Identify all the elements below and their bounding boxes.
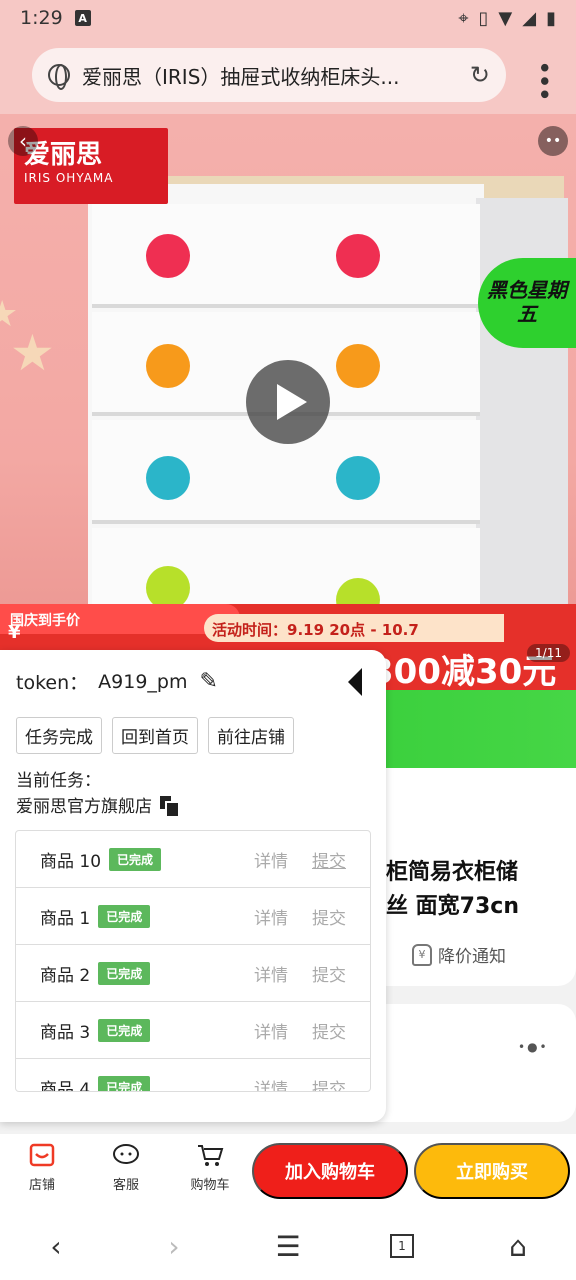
task-list[interactable]: 商品 10 已完成 详情 提交 商品 1 已完成 详情 提交 商品 2 已完成 … bbox=[15, 830, 371, 1092]
token-value: A919_pm bbox=[98, 670, 188, 693]
back-icon[interactable]: ‹ bbox=[8, 126, 38, 156]
nav-tabs-icon[interactable]: 1 bbox=[382, 1228, 422, 1264]
bell-yen-icon: ¥ bbox=[412, 943, 432, 966]
table-row: 商品 1 已完成 详情 提交 bbox=[16, 888, 370, 945]
table-row: 商品 4 已完成 详情 提交 bbox=[16, 1059, 370, 1092]
back-home-button[interactable]: 回到首页 bbox=[112, 717, 198, 754]
status-badge: 已完成 bbox=[98, 904, 151, 928]
customer-service-icon bbox=[113, 1144, 139, 1164]
drawer-knob bbox=[146, 344, 190, 388]
table-row: 商品 10 已完成 详情 提交 bbox=[16, 831, 370, 888]
detail-link[interactable]: 详情 bbox=[254, 961, 288, 986]
current-task-store: 爱丽思官方旗舰店 bbox=[16, 792, 180, 818]
item-name: 商品 1 bbox=[40, 908, 91, 929]
action-bar: 店铺 客服 购物车 加入购物车 立即购买 bbox=[0, 1134, 576, 1210]
promo-time: 活动时间：9.19 20点 - 10.7 bbox=[204, 614, 504, 642]
copy-icon[interactable] bbox=[160, 795, 180, 818]
service-tab[interactable]: 客服 bbox=[96, 1142, 156, 1193]
browser-menu-icon[interactable]: ••• bbox=[528, 60, 558, 100]
drawer bbox=[92, 204, 480, 308]
table-row: 商品 3 已完成 详情 提交 bbox=[16, 1002, 370, 1059]
promo-currency: ¥ bbox=[8, 622, 21, 643]
status-badge: 已完成 bbox=[98, 1075, 151, 1091]
system-nav-bar: ‹ › ☰ 1 ⌂ bbox=[0, 1210, 576, 1280]
submit-link[interactable]: 提交 bbox=[312, 1075, 346, 1092]
battery-icon: ▮ bbox=[546, 7, 556, 29]
table-row: 商品 2 已完成 详情 提交 bbox=[16, 945, 370, 1002]
image-pager: 1/11 bbox=[527, 644, 570, 662]
status-badge: 已完成 bbox=[109, 847, 162, 871]
nav-back-icon[interactable]: ‹ bbox=[36, 1228, 76, 1264]
item-name: 商品 4 bbox=[40, 1079, 91, 1092]
panel-buttons: 任务完成 回到首页 前往店铺 bbox=[16, 717, 294, 754]
price-notify-button[interactable]: ¥ 降价通知 bbox=[412, 942, 506, 967]
store-icon bbox=[29, 1143, 55, 1167]
submit-link[interactable]: 提交 bbox=[312, 904, 346, 929]
submit-link[interactable]: 提交 bbox=[312, 847, 346, 872]
submit-link[interactable]: 提交 bbox=[312, 961, 346, 986]
address-bar[interactable]: 爱丽思（IRIS）抽屉式收纳柜床头... ↻ bbox=[32, 48, 506, 102]
globe-icon bbox=[48, 64, 70, 90]
vibrate-icon: ▯ bbox=[478, 7, 489, 29]
item-name: 商品 10 bbox=[40, 851, 102, 872]
status-bar: 1:29 A ⌖ ▯ ▼ ◢ ▮ bbox=[0, 0, 576, 36]
detail-link[interactable]: 详情 bbox=[254, 847, 288, 872]
drawer-knob bbox=[146, 234, 190, 278]
nav-forward-icon[interactable]: › bbox=[154, 1228, 194, 1264]
tab-count: 1 bbox=[390, 1234, 414, 1258]
location-icon: ⌖ bbox=[458, 7, 469, 29]
go-store-button[interactable]: 前往店铺 bbox=[208, 717, 294, 754]
wifi-icon: ▼ bbox=[498, 7, 513, 29]
more-dots-icon[interactable]: •●• bbox=[518, 1040, 549, 1054]
nav-home-icon[interactable]: ⌂ bbox=[498, 1228, 538, 1264]
token-label: token： bbox=[16, 672, 89, 694]
reload-icon[interactable]: ↻ bbox=[470, 61, 490, 89]
drawer-knob bbox=[336, 234, 380, 278]
notification-app-icon: A bbox=[74, 10, 91, 26]
submit-link[interactable]: 提交 bbox=[312, 1018, 346, 1043]
status-badge: 已完成 bbox=[98, 961, 151, 985]
buy-now-button[interactable]: 立即购买 bbox=[414, 1143, 570, 1199]
status-badge: 已完成 bbox=[98, 1018, 151, 1042]
store-tab[interactable]: 店铺 bbox=[12, 1142, 72, 1193]
detail-link[interactable]: 详情 bbox=[254, 1018, 288, 1043]
nav-menu-icon[interactable]: ☰ bbox=[268, 1228, 308, 1264]
item-name: 商品 3 bbox=[40, 1022, 91, 1043]
cart-tab[interactable]: 购物车 bbox=[180, 1142, 240, 1193]
status-icons: ⌖ ▯ ▼ ◢ ▮ bbox=[458, 8, 556, 29]
detail-link[interactable]: 详情 bbox=[254, 1075, 288, 1092]
play-video-button[interactable] bbox=[246, 360, 330, 444]
url-text[interactable]: 爱丽思（IRIS）抽屉式收纳柜床头... bbox=[82, 61, 442, 90]
current-task-label: 当前任务： bbox=[16, 771, 101, 791]
task-complete-button[interactable]: 任务完成 bbox=[16, 717, 102, 754]
detail-link[interactable]: 详情 bbox=[254, 904, 288, 929]
black-friday-badge: 黑色星期五 bbox=[478, 258, 576, 348]
add-to-cart-button[interactable]: 加入购物车 bbox=[252, 1143, 408, 1199]
signal-icon: ◢ bbox=[522, 7, 537, 29]
cart-icon bbox=[198, 1145, 224, 1166]
product-title: 柜简易衣柜储 丝 面宽73cn bbox=[386, 860, 519, 919]
drawer-knob bbox=[336, 344, 380, 388]
drawer-knob bbox=[336, 456, 380, 500]
edit-pencil-icon[interactable]: ✎ bbox=[199, 669, 217, 694]
drawer-knob bbox=[146, 456, 190, 500]
star-decoration: ★ bbox=[0, 294, 19, 335]
task-panel: token： A919_pm ✎ 任务完成 回到首页 前往店铺 当前任务： 爱丽… bbox=[0, 650, 386, 1122]
token-row: token： A919_pm ✎ bbox=[16, 668, 218, 695]
more-icon[interactable]: •• bbox=[538, 126, 568, 156]
browser-toolbar: 爱丽思（IRIS）抽屉式收纳柜床头... ↻ ••• bbox=[0, 36, 576, 114]
collapse-panel-icon[interactable] bbox=[348, 668, 362, 696]
status-time: 1:29 bbox=[20, 7, 63, 29]
item-name: 商品 2 bbox=[40, 965, 91, 986]
